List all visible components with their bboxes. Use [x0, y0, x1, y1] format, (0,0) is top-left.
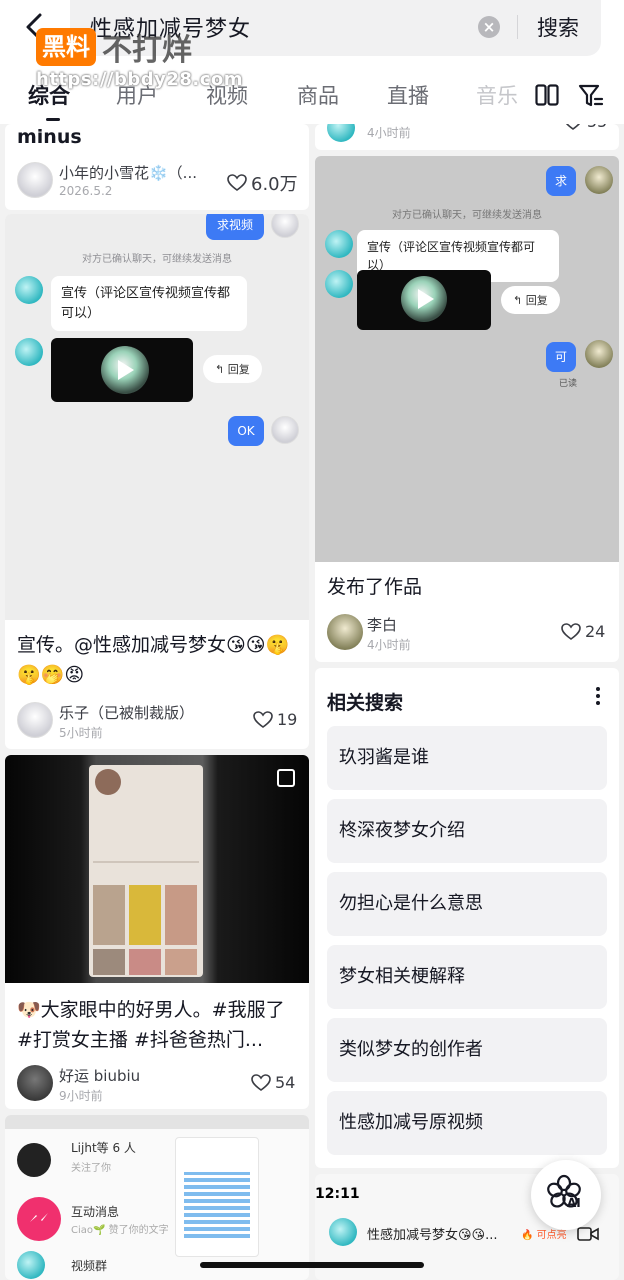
- author-name[interactable]: 小年的小雪花❄️（...: [59, 162, 209, 183]
- related-searches-title: 相关搜索: [327, 692, 404, 714]
- play-icon: [118, 360, 134, 380]
- video-message: [357, 270, 491, 330]
- reply-button: ↰ 回复: [203, 355, 262, 383]
- notification-text: Lijht等 6 人: [71, 1141, 136, 1155]
- avatar: [329, 1218, 357, 1246]
- chat-bubble: 求: [546, 166, 576, 196]
- ai-label: AI: [567, 1196, 581, 1210]
- chat-bubble: OK: [228, 416, 264, 446]
- avatar[interactable]: [327, 124, 355, 142]
- chat-bubble: 可: [546, 342, 576, 372]
- multi-image-icon: [277, 769, 295, 787]
- related-search-item[interactable]: 玖羽酱是谁: [327, 726, 607, 790]
- watermark-url: https://bbdy28.com: [36, 69, 244, 90]
- avatar: [325, 230, 353, 258]
- chat-bubble: 求视频: [206, 214, 264, 240]
- video-call-icon: [577, 1227, 599, 1241]
- active-tab-indicator: [46, 118, 60, 121]
- watermark-logo: 黑料 不打烊: [36, 28, 192, 68]
- system-note: 对方已确认聊天，可继续发送消息: [392, 210, 542, 221]
- card-title: 🐶大家眼中的好男人。#我服了 #打赏女主播 #抖爸爸热门...: [17, 999, 285, 1051]
- post-time: 9小时前: [59, 1089, 103, 1103]
- post-time: 4小时前: [367, 638, 411, 652]
- chat-bubble: 宣传（评论区宣传视频宣传都可以）: [51, 276, 247, 331]
- like-count[interactable]: 6.0万: [227, 170, 298, 196]
- video-card[interactable]: 4小时前 55: [315, 124, 619, 150]
- profile-screenshot: [89, 765, 203, 977]
- video-card[interactable]: minus 小年的小雪花❄️（... 2026.5.2 6.0万: [5, 124, 309, 210]
- related-search-item[interactable]: 类似梦女的创作者: [327, 1018, 607, 1082]
- tab-products[interactable]: 商品: [297, 80, 339, 110]
- reply-button: ↰ 回复: [501, 286, 560, 314]
- heart-icon: [566, 124, 580, 130]
- video-message: [51, 338, 193, 402]
- chat-screenshot-thumbnail: 求视频 对方已确认聊天，可继续发送消息 宣传（评论区宣传视频宣传都可以） ↰ 回…: [5, 214, 309, 620]
- like-count[interactable]: 54: [251, 1073, 295, 1092]
- author-name[interactable]: 李白: [367, 614, 397, 635]
- post-time: 4小时前: [367, 126, 411, 140]
- card-title: minus: [17, 126, 82, 148]
- like-count[interactable]: 55: [563, 124, 607, 131]
- card-title: 发布了作品: [327, 576, 423, 598]
- heart-icon: [253, 710, 273, 728]
- notification-text: 视频群: [71, 1259, 108, 1273]
- avatar: [325, 270, 353, 298]
- play-icon: [418, 289, 434, 309]
- clear-search-icon[interactable]: ×: [478, 16, 500, 38]
- related-search-item[interactable]: 柊深夜梦女介绍: [327, 799, 607, 863]
- avatar: [585, 340, 613, 368]
- related-searches-panel: 相关搜索 玖羽酱是谁 柊深夜梦女介绍 勿担心是什么意思 梦女相关梗解释 类似梦女…: [315, 668, 619, 1168]
- notification-text: 互动消息: [71, 1205, 120, 1219]
- avatar: [15, 338, 43, 366]
- post-time: 5小时前: [59, 726, 103, 740]
- avatar: [15, 276, 43, 304]
- dual-column-icon[interactable]: [535, 84, 559, 106]
- related-search-item[interactable]: 勿担心是什么意思: [327, 872, 607, 936]
- related-search-item[interactable]: 性感加减号原视频: [327, 1091, 607, 1155]
- avatar[interactable]: [327, 614, 363, 650]
- system-note: 对方已确认聊天，可继续发送消息: [82, 254, 232, 265]
- filter-icon[interactable]: [578, 83, 604, 109]
- avatar[interactable]: [17, 1065, 53, 1101]
- avatar: [17, 1143, 51, 1177]
- notification-sub: 关注了你: [71, 1163, 111, 1174]
- related-search-item[interactable]: 梦女相关梗解释: [327, 945, 607, 1009]
- heart-icon: [227, 174, 247, 191]
- chat-screenshot-thumbnail: 求 对方已确认聊天，可继续发送消息 宣传（评论区宣传视频宣传都可以） ↰ 回复 …: [315, 156, 619, 562]
- ai-assistant-button[interactable]: AI: [531, 1160, 601, 1230]
- avatar: [585, 166, 613, 194]
- avatar: [271, 214, 299, 238]
- tab-music[interactable]: 音乐: [476, 80, 518, 110]
- avatar: [17, 1251, 45, 1279]
- video-card[interactable]: 求 对方已确认聊天，可继续发送消息 宣传（评论区宣传视频宣传都可以） ↰ 回复 …: [315, 156, 619, 662]
- avatar[interactable]: [17, 702, 53, 738]
- more-options-icon[interactable]: [595, 686, 601, 706]
- post-date: 2026.5.2: [59, 184, 113, 198]
- thumbnail-strip: [5, 1115, 309, 1129]
- video-card[interactable]: 🐶大家眼中的好男人。#我服了 #打赏女主播 #抖爸爸热门... 好运 biubi…: [5, 755, 309, 1109]
- video-card[interactable]: 求视频 对方已确认聊天，可继续发送消息 宣传（评论区宣传视频宣传都可以） ↰ 回…: [5, 214, 309, 749]
- heart-icon: [251, 1073, 271, 1091]
- qr-code-image: [175, 1137, 259, 1257]
- like-count[interactable]: 24: [561, 622, 605, 641]
- search-button[interactable]: 搜索: [537, 12, 579, 42]
- author-name[interactable]: 好运 biubiu: [59, 1065, 199, 1086]
- status-clock: 12:11: [315, 1186, 360, 1202]
- like-count[interactable]: 19: [253, 710, 297, 729]
- avatar[interactable]: [17, 162, 53, 198]
- read-receipt: 已读: [559, 379, 578, 389]
- home-indicator: [200, 1262, 424, 1268]
- tab-live[interactable]: 直播: [387, 80, 429, 110]
- card-title: 宣传。@性感加减号梦女😘😘🤫🤫🤭😡: [17, 634, 290, 686]
- message-icon: [17, 1197, 61, 1241]
- author-name[interactable]: 乐子（已被制裁版）: [59, 702, 219, 723]
- heart-icon: [561, 622, 581, 640]
- chat-name: 性感加减号梦女😘😘...: [367, 1228, 498, 1243]
- notification-sub: Ciao🌱 赞了你的文字: [71, 1225, 169, 1236]
- avatar: [271, 416, 299, 444]
- search-divider: [517, 15, 518, 39]
- video-card[interactable]: Lijht等 6 人 关注了你 互动消息 Ciao🌱 赞了你的文字 视频群: [5, 1115, 309, 1280]
- video-thumbnail: [5, 755, 309, 983]
